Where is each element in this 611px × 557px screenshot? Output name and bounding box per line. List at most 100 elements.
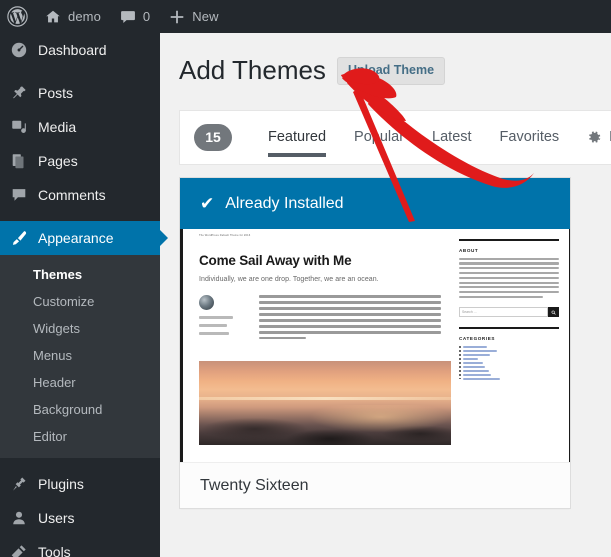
preview-featured-image: [199, 361, 451, 445]
appearance-submenu: Themes Customize Widgets Menus Header Ba…: [0, 255, 160, 458]
preview-byline-date: [199, 324, 227, 327]
plus-icon: [170, 10, 184, 23]
pushpin-icon: [9, 83, 29, 103]
sidebar-item-label: Users: [38, 510, 75, 526]
theme-name-bar: Twenty Sixteen: [180, 462, 570, 508]
sidebar-item-posts[interactable]: Posts: [0, 76, 160, 110]
preview-top-note: The WordPress Default Theme for 2016: [199, 233, 251, 238]
theme-preview-page: The WordPress Default Theme for 2016 Com…: [183, 229, 569, 462]
pages-document-icon: [9, 151, 29, 171]
sidebar-item-appearance[interactable]: Appearance: [0, 221, 168, 255]
preview-post-body: [199, 295, 441, 343]
preview-main-column: The WordPress Default Theme for 2016 Com…: [183, 229, 451, 462]
theme-card-twenty-sixteen[interactable]: ✔ Already Installed The WordPress Defaul…: [179, 177, 571, 509]
new-content-label: New: [192, 9, 219, 24]
wordpress-admin-screen: demo 0 New Dashboard Posts Media Pages C…: [0, 0, 611, 557]
page-title: Add Themes: [179, 55, 326, 85]
sidebar-item-label: Appearance: [38, 230, 114, 246]
user-icon: [9, 508, 29, 528]
tab-label: Latest: [432, 129, 472, 146]
already-installed-banner: ✔ Already Installed: [180, 178, 570, 229]
comment-bubble-icon: [120, 10, 135, 23]
sidebar-item-pages[interactable]: Pages: [0, 144, 160, 178]
media-photo-music-icon: [9, 117, 29, 137]
tab-featured[interactable]: Featured: [254, 110, 340, 165]
sidebar-group-dashboard: Dashboard: [0, 33, 160, 67]
sidebar-item-users[interactable]: Users: [0, 501, 160, 535]
list-item[interactable]: [459, 377, 559, 380]
sidebar-divider: [0, 67, 160, 76]
submenu-item-background[interactable]: Background: [0, 396, 160, 423]
tab-latest[interactable]: Latest: [418, 110, 486, 165]
comments-menu[interactable]: 0: [110, 0, 159, 33]
sidebar-item-plugins[interactable]: Plugins: [0, 467, 160, 501]
submenu-item-editor[interactable]: Editor: [0, 423, 160, 450]
checkmark-icon: ✔: [200, 194, 215, 213]
tab-label: Featured: [268, 129, 327, 146]
sidebar-item-tools[interactable]: Tools: [0, 535, 160, 557]
sidebar-divider: [0, 212, 160, 221]
tab-label: Popular: [354, 129, 405, 146]
preview-tagline: Individually, we are one drop. Together,…: [199, 276, 379, 283]
tab-label: Favorites: [499, 129, 560, 146]
search-icon[interactable]: [548, 307, 559, 318]
sidebar-group-admin: Plugins Users Tools: [0, 467, 160, 557]
tools-hammer-icon: [9, 542, 29, 557]
preview-byline-author: [199, 316, 233, 319]
list-item[interactable]: [459, 353, 559, 356]
page-header: Add Themes Upload Theme: [160, 33, 611, 88]
preview-categories-list: [459, 345, 559, 380]
list-item[interactable]: [459, 349, 559, 352]
sidebar-item-label: Tools: [38, 544, 71, 557]
list-item[interactable]: [459, 345, 559, 349]
sidebar-item-label: Posts: [38, 85, 74, 101]
site-name-menu[interactable]: demo: [35, 0, 110, 33]
submenu-item-themes[interactable]: Themes: [0, 261, 160, 288]
sidebar-item-comments[interactable]: Comments: [0, 178, 160, 212]
main-content: Add Themes Upload Theme 15 Featured Popu…: [160, 33, 611, 557]
preview-search-form[interactable]: Search ...: [459, 307, 559, 318]
theme-filter-bar: 15 Featured Popular Latest Favorites Fea…: [179, 109, 611, 165]
home-icon: [46, 10, 60, 22]
preview-byline: [199, 295, 251, 343]
wordpress-logo-menu[interactable]: [0, 0, 35, 33]
site-name-label: demo: [68, 9, 101, 24]
tab-feature-filter[interactable]: Feature Filter: [573, 110, 611, 165]
submenu-item-menus[interactable]: Menus: [0, 342, 160, 369]
preview-headline: Come Sail Away with Me: [199, 253, 352, 268]
theme-name: Twenty Sixteen: [200, 476, 309, 494]
list-item[interactable]: [459, 361, 559, 364]
submenu-item-customize[interactable]: Customize: [0, 288, 160, 315]
sidebar-group-content: Posts Media Pages Comments: [0, 76, 160, 212]
sidebar-item-label: Media: [38, 119, 77, 135]
sidebar-item-media[interactable]: Media: [0, 110, 160, 144]
tab-popular[interactable]: Popular: [340, 110, 418, 165]
list-item[interactable]: [459, 365, 559, 368]
preview-categories-heading: CATEGORIES: [459, 335, 496, 341]
preview-sidebar-rule: [459, 239, 559, 241]
sidebar-divider: [0, 458, 160, 467]
theme-screenshot[interactable]: The WordPress Default Theme for 2016 Com…: [180, 229, 570, 462]
sidebar-item-label: Dashboard: [38, 42, 107, 58]
preview-search-input[interactable]: Search ...: [459, 307, 548, 318]
submenu-item-widgets[interactable]: Widgets: [0, 315, 160, 342]
comments-count-label: 0: [142, 9, 151, 24]
list-item[interactable]: [459, 357, 559, 360]
plug-icon: [9, 474, 29, 494]
sidebar-item-dashboard[interactable]: Dashboard: [0, 33, 160, 67]
list-item[interactable]: [459, 369, 559, 372]
upload-theme-button[interactable]: Upload Theme: [336, 56, 446, 85]
submenu-item-header[interactable]: Header: [0, 369, 160, 396]
wordpress-logo-icon: [7, 6, 28, 27]
new-content-menu[interactable]: New: [159, 0, 227, 33]
sidebar-item-label: Plugins: [38, 476, 84, 492]
tab-favorites[interactable]: Favorites: [486, 110, 574, 165]
already-installed-label: Already Installed: [225, 194, 344, 212]
list-item[interactable]: [459, 373, 559, 376]
avatar: [199, 295, 214, 310]
sidebar-item-label: Comments: [38, 187, 106, 203]
preview-about-heading: ABOUT: [459, 247, 479, 253]
theme-count-badge: 15: [194, 123, 232, 151]
gear-icon: [589, 131, 601, 143]
preview-sidebar: ABOUT Search ... CATEGORIES: [451, 229, 569, 462]
